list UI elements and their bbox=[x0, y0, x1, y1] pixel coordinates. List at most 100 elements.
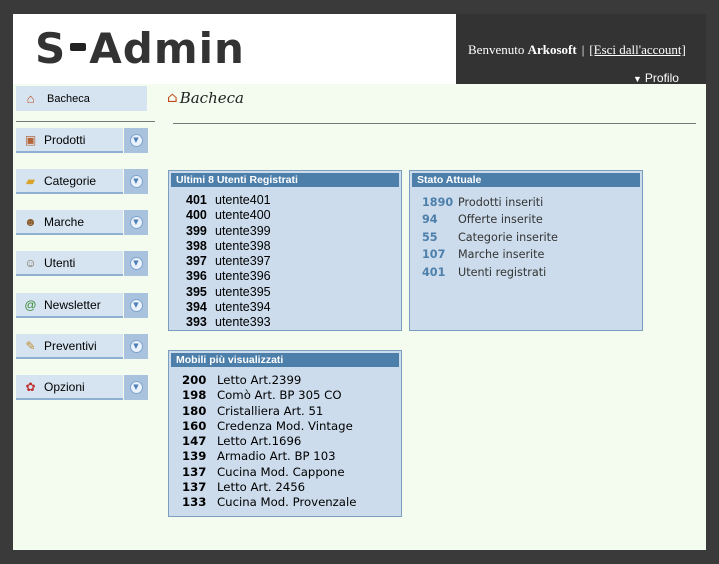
user-row-value: 398 bbox=[186, 238, 207, 253]
header-logo-area: S Admin bbox=[13, 14, 456, 84]
panel-title: Stato Attuale bbox=[412, 173, 640, 187]
status-row: 94 Offerte inserite bbox=[422, 211, 642, 228]
product-row-label: Cucina Mod. Provenzale bbox=[217, 495, 357, 510]
sidebar-item-prodotti[interactable]: ▣ Prodotti ▼ bbox=[16, 128, 148, 153]
user-row-label: utente393 bbox=[215, 315, 271, 330]
logo[interactable]: S Admin bbox=[35, 24, 245, 73]
separator: | bbox=[581, 42, 585, 57]
sidebar-item-categorie[interactable]: ▰ Categorie ▼ bbox=[16, 169, 148, 194]
app-frame: S Admin Benvenuto Arkosoft | [Esci dall'acc… bbox=[13, 14, 706, 550]
users-list: 401 utente401 400 utente400 399 utente399 398 u… bbox=[169, 187, 401, 331]
sidebar-item-label: Opzioni bbox=[44, 379, 85, 394]
expand-button[interactable]: ▼ bbox=[124, 375, 148, 400]
panel-title: Ultimi 8 Utenti Registrati bbox=[171, 173, 399, 187]
chevron-down-icon: ▼ bbox=[129, 340, 143, 353]
edit-icon: ✎ bbox=[25, 338, 36, 353]
product-row-value: 147 bbox=[182, 434, 207, 449]
user-row-label: utente399 bbox=[215, 223, 271, 238]
product-row[interactable]: 139 Armadio Art. BP 103 bbox=[182, 449, 401, 464]
user-row-label: utente400 bbox=[215, 208, 271, 223]
sidebar-item-label: Newsletter bbox=[44, 297, 101, 312]
user-row-label: utente398 bbox=[215, 238, 271, 253]
user-row-value: 397 bbox=[186, 254, 207, 269]
page-title: ⌂ Bacheca bbox=[167, 89, 244, 107]
profile-menu[interactable]: ▼ Profilo bbox=[633, 71, 679, 85]
user-row[interactable]: 393 utente393 bbox=[186, 315, 401, 330]
user-row-label: utente397 bbox=[215, 254, 271, 269]
user-icon: ☺ bbox=[24, 255, 37, 270]
user-row[interactable]: 394 utente394 bbox=[186, 300, 401, 315]
home-icon: ⌂ bbox=[167, 90, 178, 106]
product-row[interactable]: 198 Comò Art. BP 305 CO bbox=[182, 388, 401, 403]
product-row-value: 200 bbox=[182, 373, 207, 387]
expand-button[interactable]: ▼ bbox=[124, 210, 148, 235]
user-row-value: 401 bbox=[186, 193, 207, 207]
status-list: 1890 Prodotti inseriti 94 Offerte inserite 5… bbox=[410, 187, 642, 281]
most-viewed-list: 200 Letto Art.2399 198 Comò Art. BP 305 CO 1… bbox=[169, 367, 401, 511]
sidebar-item-label: Prodotti bbox=[44, 132, 86, 147]
user-row[interactable]: 397 utente397 bbox=[186, 254, 401, 269]
box-icon: ▣ bbox=[24, 132, 37, 147]
status-row-value: 107 bbox=[422, 248, 446, 262]
user-row-value: 396 bbox=[186, 269, 207, 284]
product-row[interactable]: 147 Letto Art.1696 bbox=[182, 434, 401, 449]
chevron-down-icon: ▼ bbox=[129, 381, 143, 394]
product-row[interactable]: 133 Cucina Mod. Provenzale bbox=[182, 495, 401, 510]
sidebar-item-label: Bacheca bbox=[47, 92, 90, 105]
expand-button[interactable]: ▼ bbox=[124, 251, 148, 276]
page-title-text: Bacheca bbox=[179, 89, 244, 107]
user-row[interactable]: 398 utente398 bbox=[186, 239, 401, 254]
product-row-label: Letto Art.2399 bbox=[217, 373, 302, 387]
profile-label: Profilo bbox=[644, 71, 679, 85]
user-row[interactable]: 400 utente400 bbox=[186, 208, 401, 223]
settings-icon: ✿ bbox=[25, 379, 36, 394]
expand-button[interactable]: ▼ bbox=[124, 128, 148, 153]
status-row: 401 Utenti registrati bbox=[422, 264, 642, 281]
logout-link[interactable]: [Esci dall'account] bbox=[589, 42, 686, 57]
sidebar-item-label: Preventivi bbox=[44, 338, 97, 353]
status-row-label: Categorie inserite bbox=[458, 230, 558, 244]
expand-button[interactable]: ▼ bbox=[124, 293, 148, 318]
user-row[interactable]: 395 utente395 bbox=[186, 285, 401, 300]
sidebar-item-utenti[interactable]: ☺ Utenti ▼ bbox=[16, 251, 148, 276]
user-row[interactable]: 399 utente399 bbox=[186, 224, 401, 239]
user-row-label: utente394 bbox=[215, 300, 271, 315]
title-divider bbox=[173, 123, 696, 124]
welcome-text: Benvenuto Arkosoft | [Esci dall'account] bbox=[468, 42, 686, 58]
user-row-value: 399 bbox=[186, 223, 207, 238]
product-row[interactable]: 137 Cucina Mod. Cappone bbox=[182, 465, 401, 480]
product-row[interactable]: 180 Cristalliera Art. 51 bbox=[182, 404, 401, 419]
product-row-value: 137 bbox=[182, 480, 207, 495]
latest-users-panel: Ultimi 8 Utenti Registrati 401 utente401 4… bbox=[168, 170, 402, 331]
chevron-down-icon: ▼ bbox=[129, 216, 143, 229]
product-row-label: Letto Art.1696 bbox=[217, 434, 302, 449]
user-row[interactable]: 396 utente396 bbox=[186, 269, 401, 284]
product-row[interactable]: 160 Credenza Mod. Vintage bbox=[182, 419, 401, 434]
product-row[interactable]: 200 Letto Art.2399 bbox=[182, 373, 401, 388]
user-row-label: utente395 bbox=[215, 284, 271, 299]
status-row: 1890 Prodotti inseriti bbox=[422, 194, 642, 211]
user-row-label: utente401 bbox=[215, 193, 271, 207]
status-row-value: 1890 bbox=[422, 196, 454, 209]
sidebar-item-preventivi[interactable]: ✎ Preventivi ▼ bbox=[16, 334, 148, 359]
product-row-label: Armadio Art. BP 103 bbox=[217, 449, 336, 464]
expand-button[interactable]: ▼ bbox=[124, 334, 148, 359]
home-icon: ⌂ bbox=[26, 91, 35, 106]
product-row[interactable]: 137 Letto Art. 2456 bbox=[182, 480, 401, 495]
sidebar-item-opzioni[interactable]: ✿ Opzioni ▼ bbox=[16, 375, 148, 400]
user-row[interactable]: 401 utente401 bbox=[186, 193, 401, 208]
status-row-value: 55 bbox=[422, 230, 438, 244]
product-row-value: 137 bbox=[182, 464, 207, 479]
status-row-value: 401 bbox=[422, 265, 446, 279]
product-row-label: Cristalliera Art. 51 bbox=[217, 403, 324, 418]
user-row-value: 400 bbox=[186, 208, 207, 223]
sidebar-item-marche[interactable]: ☻ Marche ▼ bbox=[16, 210, 148, 235]
chevron-down-icon: ▼ bbox=[129, 175, 143, 188]
username: Arkosoft bbox=[527, 42, 577, 57]
users-icon: ☻ bbox=[24, 214, 37, 229]
sidebar-item-newsletter[interactable]: @ Newsletter ▼ bbox=[16, 293, 148, 318]
product-row-label: Comò Art. BP 305 CO bbox=[217, 388, 342, 403]
expand-button[interactable]: ▼ bbox=[124, 169, 148, 194]
sidebar-item-bacheca[interactable]: ⌂ Bacheca bbox=[16, 86, 147, 111]
sidebar-divider bbox=[16, 121, 155, 122]
